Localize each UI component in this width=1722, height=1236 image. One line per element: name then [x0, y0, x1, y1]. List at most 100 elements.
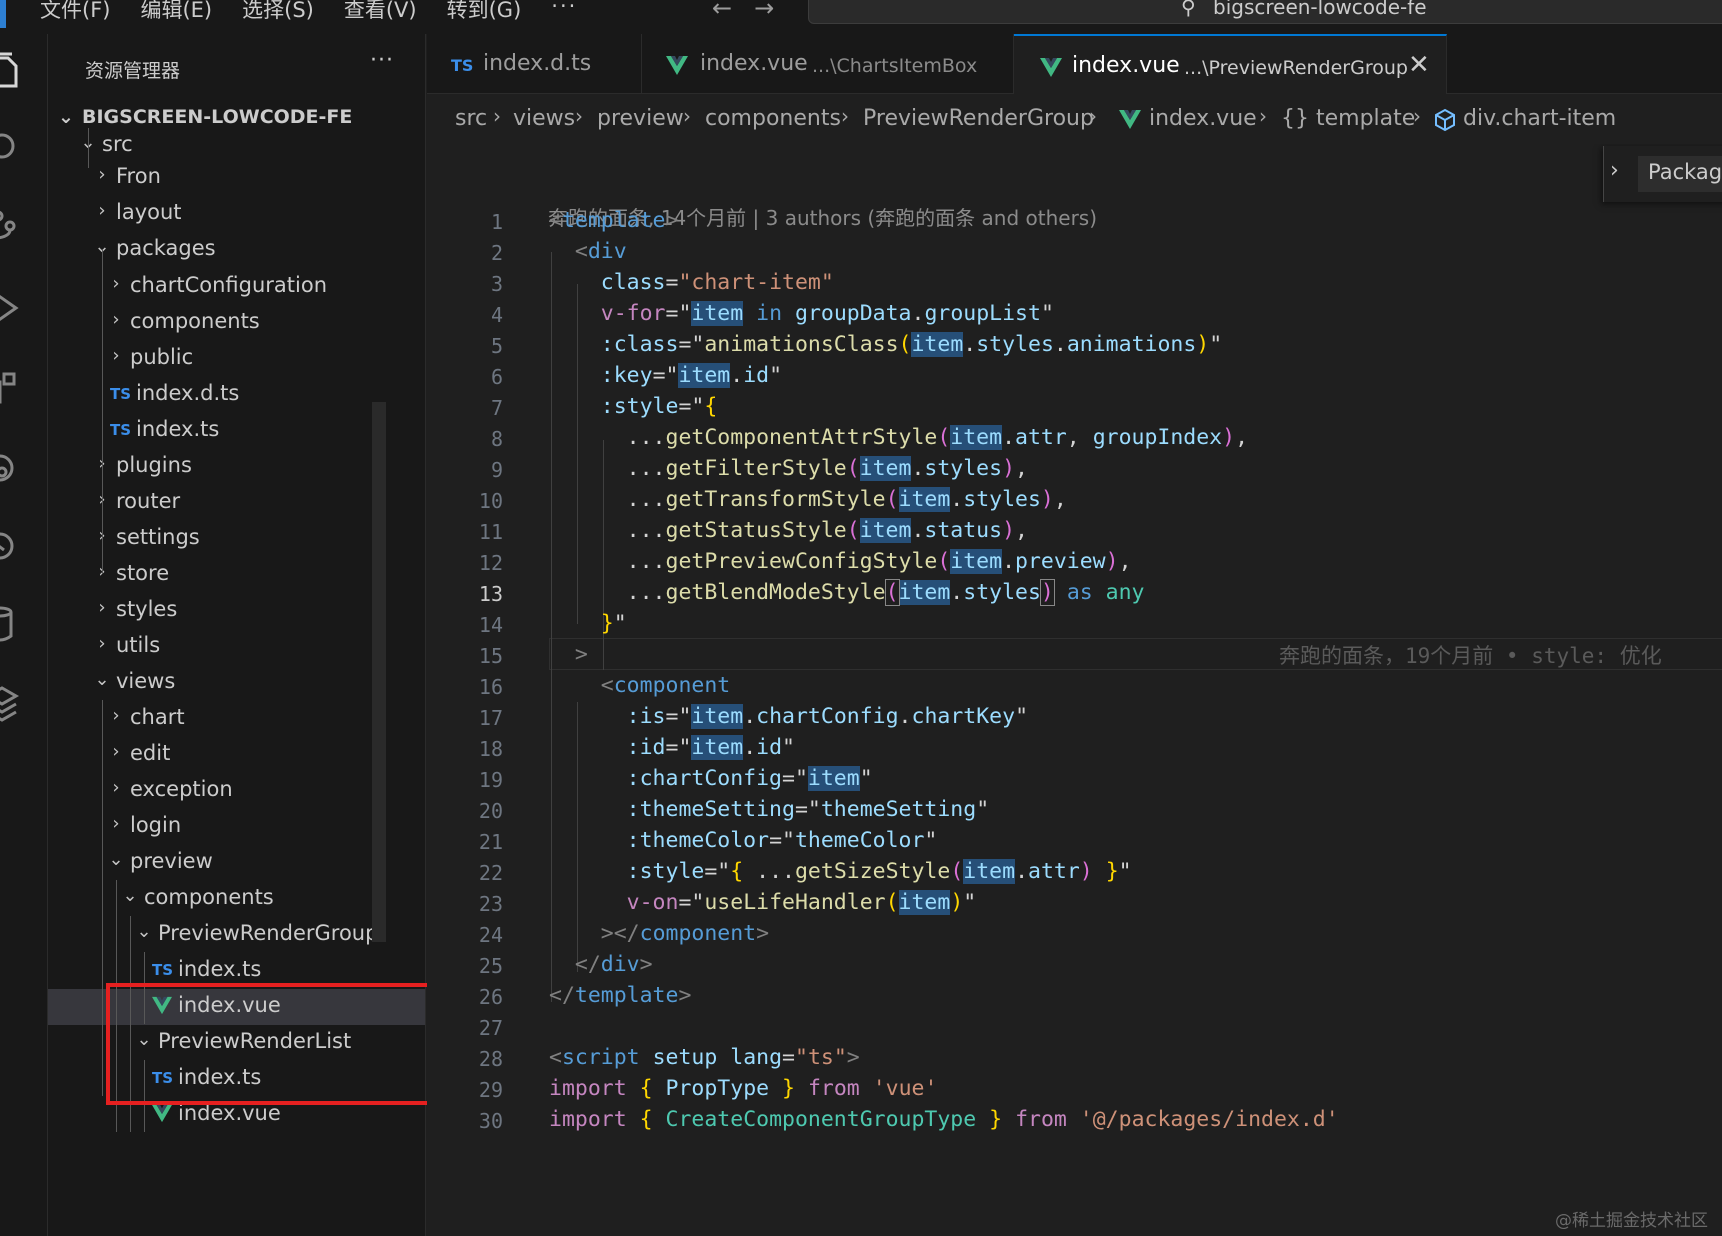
breadcrumb-item[interactable]: index.vue: [1149, 106, 1257, 131]
chevron-right-icon: ›: [1259, 104, 1267, 128]
tree-item[interactable]: › chart: [48, 701, 425, 737]
typescript-icon: TS: [110, 421, 132, 439]
breadcrumb-item[interactable]: views: [513, 106, 575, 131]
menu-edit[interactable]: 编辑(E): [140, 0, 212, 24]
breadcrumb-item[interactable]: src: [455, 106, 487, 131]
code-line: ...getStatusStyle(item.status),: [549, 518, 1028, 543]
tree-item[interactable]: › public: [48, 341, 425, 377]
back-arrow-icon[interactable]: ←: [712, 0, 732, 22]
project-root[interactable]: ⌄ BIGSCREEN-LOWCODE-FE: [58, 106, 352, 128]
menu-file[interactable]: 文件(F): [40, 0, 110, 24]
line-number: 16: [478, 675, 503, 699]
breadcrumb-item[interactable]: preview: [597, 106, 684, 131]
tree-item[interactable]: › edit: [48, 737, 425, 773]
explorer-icon[interactable]: [0, 48, 48, 96]
sidebar-scrollbar[interactable]: [372, 402, 386, 942]
code-line: :id="item.id": [626, 735, 795, 760]
close-icon[interactable]: ✕: [1408, 50, 1430, 80]
line-number: 15: [478, 644, 503, 668]
menu-goto[interactable]: 转到(G): [447, 0, 522, 24]
tree-item-label: index.d.ts: [136, 381, 240, 405]
extensions-icon[interactable]: [0, 364, 48, 412]
line-number: 14: [478, 613, 503, 637]
typescript-icon: TS: [110, 385, 132, 403]
command-center[interactable]: ⚲ bigscreen-lowcode-fe: [808, 0, 1722, 24]
git-graph-icon[interactable]: [0, 522, 48, 570]
chevron-right-icon: ›: [575, 104, 583, 128]
tree-item[interactable]: ⌄ preview: [48, 845, 425, 881]
database-icon[interactable]: [0, 600, 48, 648]
line-number: 8: [490, 427, 503, 451]
tree-item[interactable]: › styles: [48, 593, 425, 629]
tree-item[interactable]: TS index.d.ts: [48, 377, 425, 413]
code-line: <script setup lang="ts">: [549, 1045, 860, 1070]
tree-item-label: router: [116, 489, 181, 513]
tree-item[interactable]: › layout: [48, 196, 425, 232]
tab-description: ...\ChartsItemBox: [812, 55, 978, 77]
tree-item[interactable]: ⌄src: [48, 128, 425, 164]
chevron-right-icon: ›: [112, 273, 120, 294]
tree-item[interactable]: ›store: [48, 557, 425, 593]
tree-item[interactable]: › chartConfiguration: [48, 269, 425, 305]
outline-panel[interactable]: › Packag: [1603, 146, 1722, 202]
tree-item[interactable]: › Fron: [48, 160, 425, 196]
tree-item[interactable]: › exception: [48, 773, 425, 809]
typescript-icon: TS: [451, 56, 474, 75]
code-line: >: [574, 642, 588, 667]
line-number: 19: [478, 768, 503, 792]
line-number: 30: [478, 1109, 503, 1133]
breadcrumb-item[interactable]: components: [705, 106, 841, 131]
tree-item[interactable]: ⌄ PreviewRenderGroup: [48, 917, 425, 953]
search-icon[interactable]: [0, 126, 48, 174]
chevron-right-icon: ›: [112, 777, 120, 798]
watermark: @稀土掘金技术社区: [1555, 1211, 1708, 1231]
tree-item[interactable]: TS index.ts: [48, 413, 425, 449]
tree-item[interactable]: › login: [48, 809, 425, 845]
tree-item-label: chart: [130, 705, 185, 729]
tree-item[interactable]: ›plugins: [48, 449, 425, 485]
code-line: :is="item.chartConfig.chartKey": [626, 704, 1029, 729]
tree-item[interactable]: ⌄ components: [48, 881, 425, 917]
code-line: ...getFilterStyle(item.styles),: [549, 456, 1028, 481]
layers-icon[interactable]: [0, 680, 48, 728]
tree-item-label: components: [130, 309, 260, 333]
command-center-label: bigscreen-lowcode-fe: [1213, 0, 1427, 19]
tree-item-label: chartConfiguration: [130, 273, 328, 297]
tree-item[interactable]: ⌄ packages: [48, 232, 425, 268]
source-control-icon[interactable]: [0, 204, 48, 252]
remote-explorer-icon[interactable]: [0, 444, 48, 492]
tree-item-label: plugins: [116, 453, 192, 477]
more-actions-icon[interactable]: ···: [370, 48, 394, 73]
tab-name: index.vue: [1072, 53, 1180, 78]
tree-item[interactable]: ›settings: [48, 521, 425, 557]
menu-more[interactable]: ···: [551, 0, 577, 24]
tab-index-d-ts[interactable]: TS index.d.ts: [427, 34, 642, 94]
tree-item[interactable]: › utils: [48, 629, 425, 665]
tree-item[interactable]: ›router: [48, 485, 425, 521]
breadcrumb-item[interactable]: div.chart-item: [1463, 106, 1616, 131]
tab-preview-render-group[interactable]: index.vue ...\PreviewRenderGroup ✕: [1014, 34, 1447, 94]
tree-item[interactable]: ⌄ views: [48, 665, 425, 701]
breadcrumb-item[interactable]: {} template: [1281, 106, 1415, 131]
line-number: 3: [490, 272, 503, 296]
menu-selection[interactable]: 选择(S): [242, 0, 314, 24]
code-editor[interactable]: 奔跑的面条, 14个月前 | 3 authors (奔跑的面条 and othe…: [427, 144, 1722, 1236]
chevron-right-icon: ›: [98, 200, 106, 221]
breadcrumb-item[interactable]: PreviewRenderGroup: [863, 106, 1094, 131]
chevron-right-icon: ›: [112, 741, 120, 762]
tab-description: ...\PreviewRenderGroup: [1184, 57, 1408, 79]
tree-item-label: settings: [116, 525, 200, 549]
forward-arrow-icon[interactable]: →: [754, 0, 774, 22]
menu-view[interactable]: 查看(V): [344, 0, 417, 24]
tree-item[interactable]: › components: [48, 305, 425, 341]
code-line: :themeSetting="themeSetting": [626, 797, 990, 822]
run-debug-icon[interactable]: [0, 284, 48, 332]
tree-item-label: src: [102, 132, 133, 156]
chevron-right-icon: ›: [1089, 104, 1097, 128]
tab-charts-item-box[interactable]: index.vue ...\ChartsItemBox: [642, 34, 1014, 94]
code-line: ...getPreviewConfigStyle(item.preview),: [549, 549, 1132, 574]
tree-item-label: views: [116, 669, 176, 693]
tree-item-label: index.ts: [136, 417, 220, 441]
chevron-right-icon: ›: [683, 104, 691, 128]
code-line: </template>: [549, 983, 692, 1008]
